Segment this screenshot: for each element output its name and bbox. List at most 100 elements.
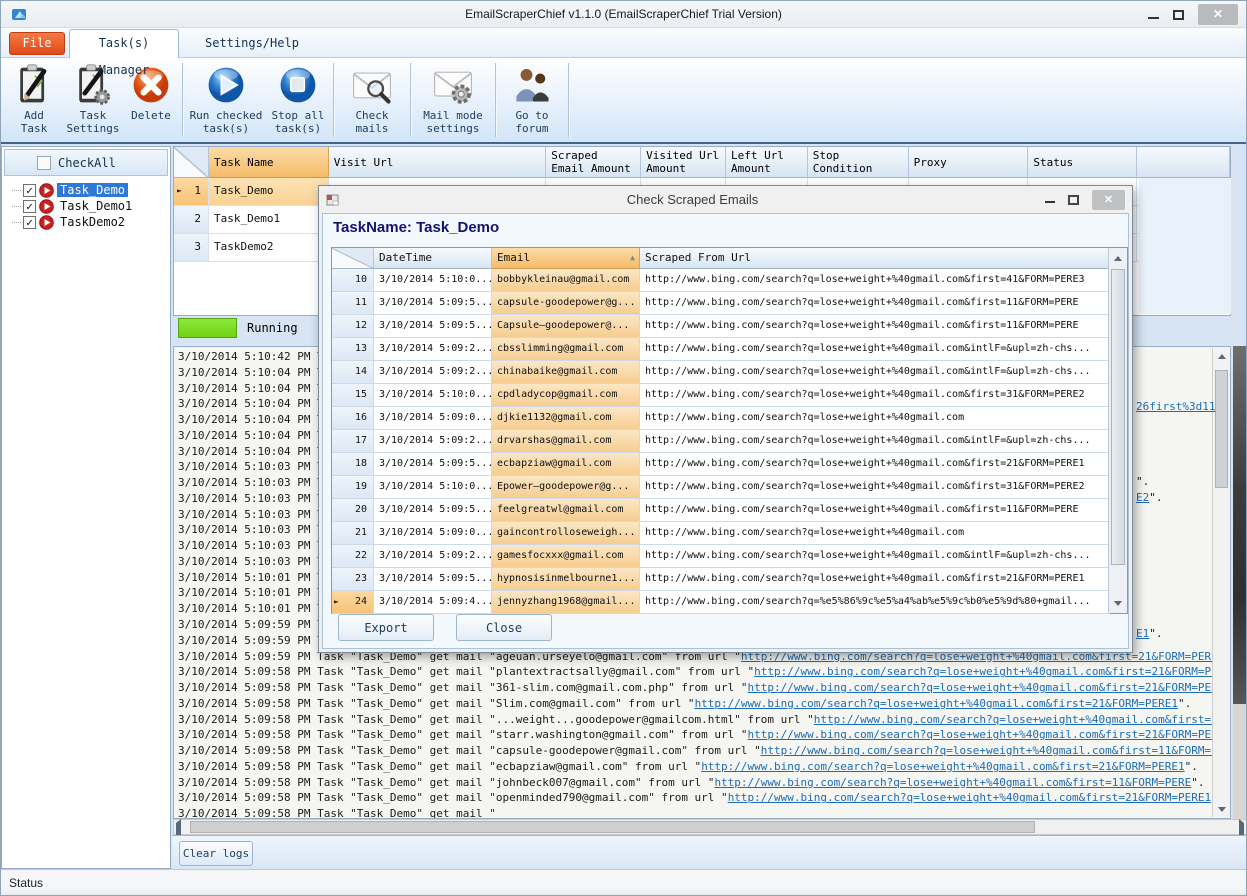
email-row[interactable]: 143/10/2014 5:09:2...chinabaike@gmail.co…: [332, 361, 1127, 384]
email-row[interactable]: 113/10/2014 5:09:5...capsule-goodepower@…: [332, 292, 1127, 315]
email-cell[interactable]: jennyzhang1968@gmail...: [492, 591, 640, 614]
scroll-down-icon[interactable]: [1213, 801, 1230, 817]
check-mails-button[interactable]: Check mails: [337, 58, 407, 140]
row-header[interactable]: 2: [174, 206, 209, 234]
row-header[interactable]: 13: [332, 338, 374, 361]
check-all-row[interactable]: CheckAll: [4, 149, 168, 176]
select-all-header[interactable]: [332, 248, 374, 269]
email-row[interactable]: 233/10/2014 5:09:5...hypnosisinmelbourne…: [332, 568, 1127, 591]
email-row[interactable]: 133/10/2014 5:09:2...cbsslimming@gmail.c…: [332, 338, 1127, 361]
email-row[interactable]: 213/10/2014 5:09:0...gaincontrolloseweig…: [332, 522, 1127, 545]
email-row[interactable]: 123/10/2014 5:09:5...Capsule—goodepower@…: [332, 315, 1127, 338]
row-header[interactable]: 17: [332, 430, 374, 453]
log-url-link[interactable]: http://www.bing.com/search?q=lose+weight…: [728, 791, 1211, 804]
log-url-link[interactable]: http://www.bing.com/search?q=lose+weight…: [695, 697, 1178, 710]
task-tree-item[interactable]: ✓TaskDemo2: [2, 214, 170, 230]
column-header-datetime[interactable]: DateTime: [374, 248, 492, 269]
url-cell[interactable]: http://www.bing.com/search?q=lose+weight…: [640, 292, 1110, 315]
grid-cell[interactable]: Task_Demo1: [209, 206, 329, 234]
email-cell[interactable]: gaincontrolloseweigh...: [492, 522, 640, 545]
column-header[interactable]: Task Name: [209, 147, 329, 178]
tab-tasks-manager[interactable]: Task(s) Manager: [69, 29, 179, 58]
url-cell[interactable]: http://www.bing.com/search?q=lose+weight…: [640, 269, 1110, 292]
run-checked-button[interactable]: Run checked task(s): [186, 58, 266, 140]
column-header-email[interactable]: Email▲: [492, 248, 640, 269]
row-header[interactable]: 22: [332, 545, 374, 568]
datetime-cell[interactable]: 3/10/2014 5:09:5...: [374, 568, 492, 591]
log-url-link[interactable]: http://www.bing.com/search?q=lose+weight…: [714, 776, 1191, 789]
row-header[interactable]: 19: [332, 476, 374, 499]
dialog-maximize-button[interactable]: [1068, 195, 1079, 205]
email-cell[interactable]: drvarshas@gmail.com: [492, 430, 640, 453]
email-row[interactable]: 193/10/2014 5:10:0...Epower—goodepower@g…: [332, 476, 1127, 499]
url-cell[interactable]: http://www.bing.com/search?q=lose+weight…: [640, 338, 1110, 361]
datetime-cell[interactable]: 3/10/2014 5:09:4...: [374, 591, 492, 614]
email-cell[interactable]: Epower—goodepower@g...: [492, 476, 640, 499]
datetime-cell[interactable]: 3/10/2014 5:09:5...: [374, 453, 492, 476]
datetime-cell[interactable]: 3/10/2014 5:09:0...: [374, 407, 492, 430]
scrollbar-thumb[interactable]: [190, 821, 1035, 833]
task-checkbox[interactable]: ✓: [23, 200, 36, 213]
email-row[interactable]: 203/10/2014 5:09:5...feelgreatwl@gmail.c…: [332, 499, 1127, 522]
datetime-cell[interactable]: 3/10/2014 5:10:0...: [374, 476, 492, 499]
log-url-link[interactable]: http://www.bing.com/search?q=lose+weight…: [814, 713, 1231, 726]
log-url-link[interactable]: E1: [1136, 627, 1149, 640]
email-cell[interactable]: bobbykleinau@gmail.com: [492, 269, 640, 292]
row-header[interactable]: 15: [332, 384, 374, 407]
grid-cell[interactable]: Task_Demo: [209, 178, 329, 206]
log-url-link[interactable]: 26first%3d11: [1136, 400, 1215, 413]
email-cell[interactable]: hypnosisinmelbourne1...: [492, 568, 640, 591]
email-row[interactable]: 173/10/2014 5:09:2...drvarshas@gmail.com…: [332, 430, 1127, 453]
url-cell[interactable]: http://www.bing.com/search?q=lose+weight…: [640, 568, 1110, 591]
datetime-cell[interactable]: 3/10/2014 5:09:2...: [374, 338, 492, 361]
url-cell[interactable]: http://www.bing.com/search?q=lose+weight…: [640, 545, 1110, 568]
export-button[interactable]: Export: [338, 614, 434, 641]
log-horizontal-scrollbar[interactable]: [173, 819, 1247, 835]
email-cell[interactable]: capsule-goodepower@g...: [492, 292, 640, 315]
row-header[interactable]: 12: [332, 315, 374, 338]
email-cell[interactable]: cbsslimming@gmail.com: [492, 338, 640, 361]
log-url-link[interactable]: http://www.bing.com/search?q=lose+weight…: [761, 744, 1231, 757]
column-header-scraped-from-url[interactable]: Scraped From Url: [640, 248, 1110, 269]
log-url-link[interactable]: http://www.bing.com/search?q=lose+weight…: [748, 681, 1231, 694]
task-tree-item[interactable]: ✓Task_Demo: [2, 182, 170, 198]
column-header[interactable]: Proxy: [909, 147, 1029, 178]
email-row[interactable]: 163/10/2014 5:09:0...djkie1132@gmail.com…: [332, 407, 1127, 430]
email-cell[interactable]: djkie1132@gmail.com: [492, 407, 640, 430]
email-row[interactable]: ►243/10/2014 5:09:4...jennyzhang1968@gma…: [332, 591, 1127, 614]
log-url-link[interactable]: http://www.bing.com/search?q=lose+weight…: [754, 665, 1231, 678]
url-cell[interactable]: http://www.bing.com/search?q=lose+weight…: [640, 499, 1110, 522]
datetime-cell[interactable]: 3/10/2014 5:09:5...: [374, 292, 492, 315]
task-checkbox[interactable]: ✓: [23, 216, 36, 229]
table-vertical-scrollbar[interactable]: [1108, 248, 1127, 613]
log-vertical-scrollbar[interactable]: [1212, 348, 1230, 817]
task-tree-item[interactable]: ✓Task_Demo1: [2, 198, 170, 214]
column-header[interactable]: [1137, 147, 1230, 178]
task-checkbox[interactable]: ✓: [23, 184, 36, 197]
datetime-cell[interactable]: 3/10/2014 5:09:2...: [374, 361, 492, 384]
grid-cell[interactable]: TaskDemo2: [209, 234, 329, 262]
mail-mode-settings-button[interactable]: Mail mode settings: [414, 58, 492, 140]
row-header[interactable]: 20: [332, 499, 374, 522]
url-cell[interactable]: http://www.bing.com/search?q=lose+weight…: [640, 476, 1110, 499]
email-row[interactable]: 223/10/2014 5:09:2...gamesfocxxx@gmail.c…: [332, 545, 1127, 568]
datetime-cell[interactable]: 3/10/2014 5:09:5...: [374, 499, 492, 522]
stop-all-button[interactable]: Stop all task(s): [266, 58, 330, 140]
tab-file[interactable]: File: [9, 32, 65, 55]
datetime-cell[interactable]: 3/10/2014 5:09:2...: [374, 430, 492, 453]
email-cell[interactable]: cpdladycop@gmail.com: [492, 384, 640, 407]
url-cell[interactable]: http://www.bing.com/search?q=lose+weight…: [640, 407, 1110, 430]
log-url-link[interactable]: http://www.bing.com/search?q=lose+weight…: [701, 760, 1184, 773]
url-cell[interactable]: http://www.bing.com/search?q=lose+weight…: [640, 522, 1110, 545]
select-all-header[interactable]: [174, 147, 209, 178]
close-dialog-button[interactable]: Close: [456, 614, 552, 641]
row-header[interactable]: 14: [332, 361, 374, 384]
tab-settings-help[interactable]: Settings/Help: [197, 32, 307, 55]
datetime-cell[interactable]: 3/10/2014 5:09:5...: [374, 315, 492, 338]
clear-logs-button[interactable]: Clear logs: [179, 841, 253, 866]
url-cell[interactable]: http://www.bing.com/search?q=%e5%86%9c%e…: [640, 591, 1110, 614]
email-cell[interactable]: gamesfocxxx@gmail.com: [492, 545, 640, 568]
email-cell[interactable]: feelgreatwl@gmail.com: [492, 499, 640, 522]
email-cell[interactable]: chinabaike@gmail.com: [492, 361, 640, 384]
log-url-link[interactable]: E2: [1136, 491, 1149, 504]
